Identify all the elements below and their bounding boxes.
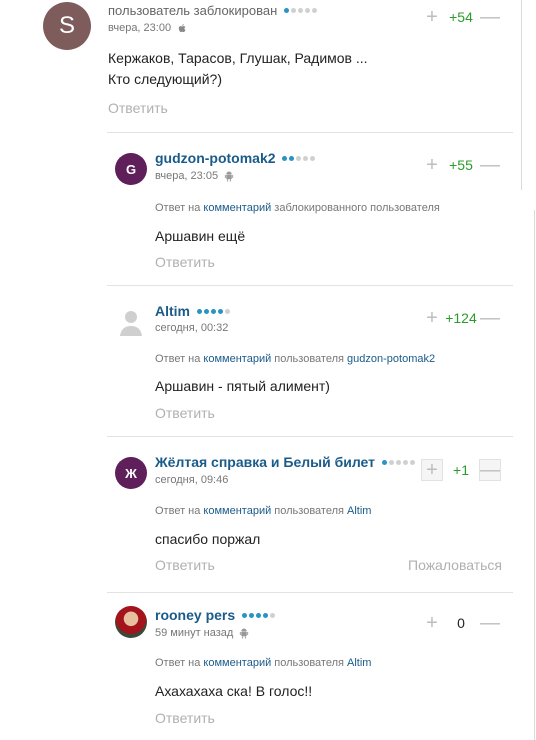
android-icon <box>240 628 249 639</box>
comment-author[interactable]: gudzon-potomak2 <box>155 150 316 166</box>
rating-dots <box>196 308 230 314</box>
reply-to-user-link[interactable]: Altim <box>347 657 371 669</box>
upvote-button[interactable]: + <box>421 6 443 28</box>
vote-count: +55 <box>449 157 473 173</box>
rating-dots <box>381 459 415 465</box>
reply-to-suffix: пользователя <box>274 353 344 365</box>
rating-dots <box>283 8 317 14</box>
avatar[interactable]: Ж <box>115 457 147 489</box>
reply-to-user-link[interactable]: gudzon-potomak2 <box>347 353 435 365</box>
comment-reply: Altim сегодня, 00:32 + +124 — Ответ на к… <box>107 293 513 436</box>
comment-reply: rooney pers 59 минут назад + 0 — Ответ н… <box>107 597 513 740</box>
vote-count: +54 <box>449 9 473 25</box>
reply-to-comment-link[interactable]: комментарий <box>203 202 271 214</box>
avatar[interactable] <box>115 306 147 338</box>
comment-time: сегодня, 00:32 <box>155 322 229 334</box>
upvote-button[interactable]: + <box>421 307 443 329</box>
comment-meta: сегодня, 09:46 <box>155 474 228 486</box>
reply-to-suffix: пользователя <box>274 505 344 517</box>
vote-controls: + +55 — <box>421 154 501 176</box>
comment-text: Кержаков, Тарасов, Глушак, Радимов ... К… <box>108 48 368 90</box>
comment-time: вчера, 23:05 <box>155 170 219 182</box>
upvote-button[interactable]: + <box>421 612 443 634</box>
reply-to-comment-link[interactable]: комментарий <box>203 505 271 517</box>
vote-count: 0 <box>457 615 465 631</box>
vote-count: +1 <box>453 462 469 478</box>
reply-button[interactable]: Ответить <box>155 710 215 726</box>
report-button[interactable]: Пожаловаться <box>408 557 502 573</box>
thread-line-replies <box>534 210 535 740</box>
divider <box>107 592 513 593</box>
author-name[interactable]: gudzon-potomak2 <box>155 150 276 166</box>
reply-button[interactable]: Ответить <box>155 557 215 573</box>
comment-meta: вчера, 23:05 <box>155 170 234 182</box>
reply-to-comment-link[interactable]: комментарий <box>203 657 271 669</box>
reply-to-suffix: пользователя <box>274 657 344 669</box>
avatar-letter: G <box>125 161 137 177</box>
comment-top: S пользователь заблокирован вчера, 23:00… <box>0 0 536 132</box>
comment-meta: вчера, 23:00 <box>108 22 187 34</box>
comment-author[interactable]: Жёлтая справка и Белый билет <box>155 454 415 470</box>
comment-meta: сегодня, 00:32 <box>155 322 228 334</box>
reply-to-user-link[interactable]: Altim <box>347 505 371 517</box>
avatar[interactable]: S <box>43 2 91 50</box>
apple-icon <box>178 23 186 32</box>
vote-controls: + +124 — <box>421 307 501 329</box>
reply-to-prefix: Ответ на <box>155 657 201 669</box>
avatar-letter: S <box>58 12 75 39</box>
upvote-button[interactable]: + <box>421 154 443 176</box>
avatar[interactable] <box>115 606 147 638</box>
vote-controls: + 0 — <box>421 612 501 634</box>
downvote-button[interactable]: — <box>479 612 501 634</box>
divider <box>107 285 513 286</box>
reply-to-prefix: Ответ на <box>155 505 201 517</box>
comment-author[interactable]: rooney pers <box>155 607 276 623</box>
author-name[interactable]: Altim <box>155 303 190 319</box>
reply-to-info: Ответ на комментарий пользователя Altim <box>155 505 371 517</box>
downvote-button[interactable]: — <box>479 307 501 329</box>
comment-text-line: Кержаков, Тарасов, Глушак, Радимов ... <box>108 50 368 66</box>
avatar[interactable]: G <box>115 153 147 185</box>
vote-count: +124 <box>445 310 477 326</box>
comment-time: сегодня, 09:46 <box>155 474 229 486</box>
reply-to-prefix: Ответ на <box>155 202 201 214</box>
avatar-letter: Ж <box>125 465 137 481</box>
reply-button[interactable]: Ответить <box>108 100 168 116</box>
comment-meta: 59 минут назад <box>155 627 249 639</box>
author-name[interactable]: Жёлтая справка и Белый билет <box>155 454 375 470</box>
upvote-button[interactable]: + <box>421 459 443 481</box>
reply-to-comment-link[interactable]: комментарий <box>203 353 271 365</box>
comment-text: Аршавин - пятый алимент) <box>155 378 330 394</box>
reply-to-suffix: заблокированного пользователя <box>274 202 440 214</box>
divider <box>107 132 513 133</box>
android-icon <box>224 171 234 182</box>
comment-time: 59 минут назад <box>155 627 234 639</box>
comment-author: пользователь заблокирован <box>108 3 317 18</box>
reply-button[interactable]: Ответить <box>155 405 215 421</box>
comment-author[interactable]: Altim <box>155 303 230 319</box>
reply-button[interactable]: Ответить <box>155 254 215 270</box>
comment-reply: G gudzon-potomak2 вчера, 23:05 + +55 — О… <box>107 140 513 285</box>
comment-text: Ахахахаха ска! В голос!! <box>155 683 313 699</box>
author-name: пользователь заблокирован <box>108 3 278 18</box>
reply-to-info: Ответ на комментарий заблокированного по… <box>155 202 440 214</box>
downvote-button[interactable]: — <box>479 6 501 28</box>
rating-dots <box>242 612 276 618</box>
reply-to-info: Ответ на комментарий пользователя Altim <box>155 657 371 669</box>
default-user-icon <box>120 311 142 336</box>
comment-reply: Ж Жёлтая справка и Белый билет сегодня, … <box>107 444 513 594</box>
rating-dots <box>282 155 316 161</box>
comment-text: спасибо поржал <box>155 531 261 547</box>
downvote-button[interactable]: — <box>479 154 501 176</box>
reply-to-prefix: Ответ на <box>155 353 201 365</box>
vote-controls: + +54 — <box>421 6 501 28</box>
reply-to-info: Ответ на комментарий пользователя gudzon… <box>155 353 435 365</box>
divider <box>107 436 513 437</box>
downvote-button[interactable]: — <box>479 459 501 481</box>
comment-text: Аршавин ещё <box>155 228 246 244</box>
vote-controls: + +1 — <box>421 459 501 481</box>
comment-time: вчера, 23:00 <box>108 22 172 34</box>
comment-text-line: Кто следующий?) <box>108 71 223 87</box>
author-name[interactable]: rooney pers <box>155 607 235 623</box>
